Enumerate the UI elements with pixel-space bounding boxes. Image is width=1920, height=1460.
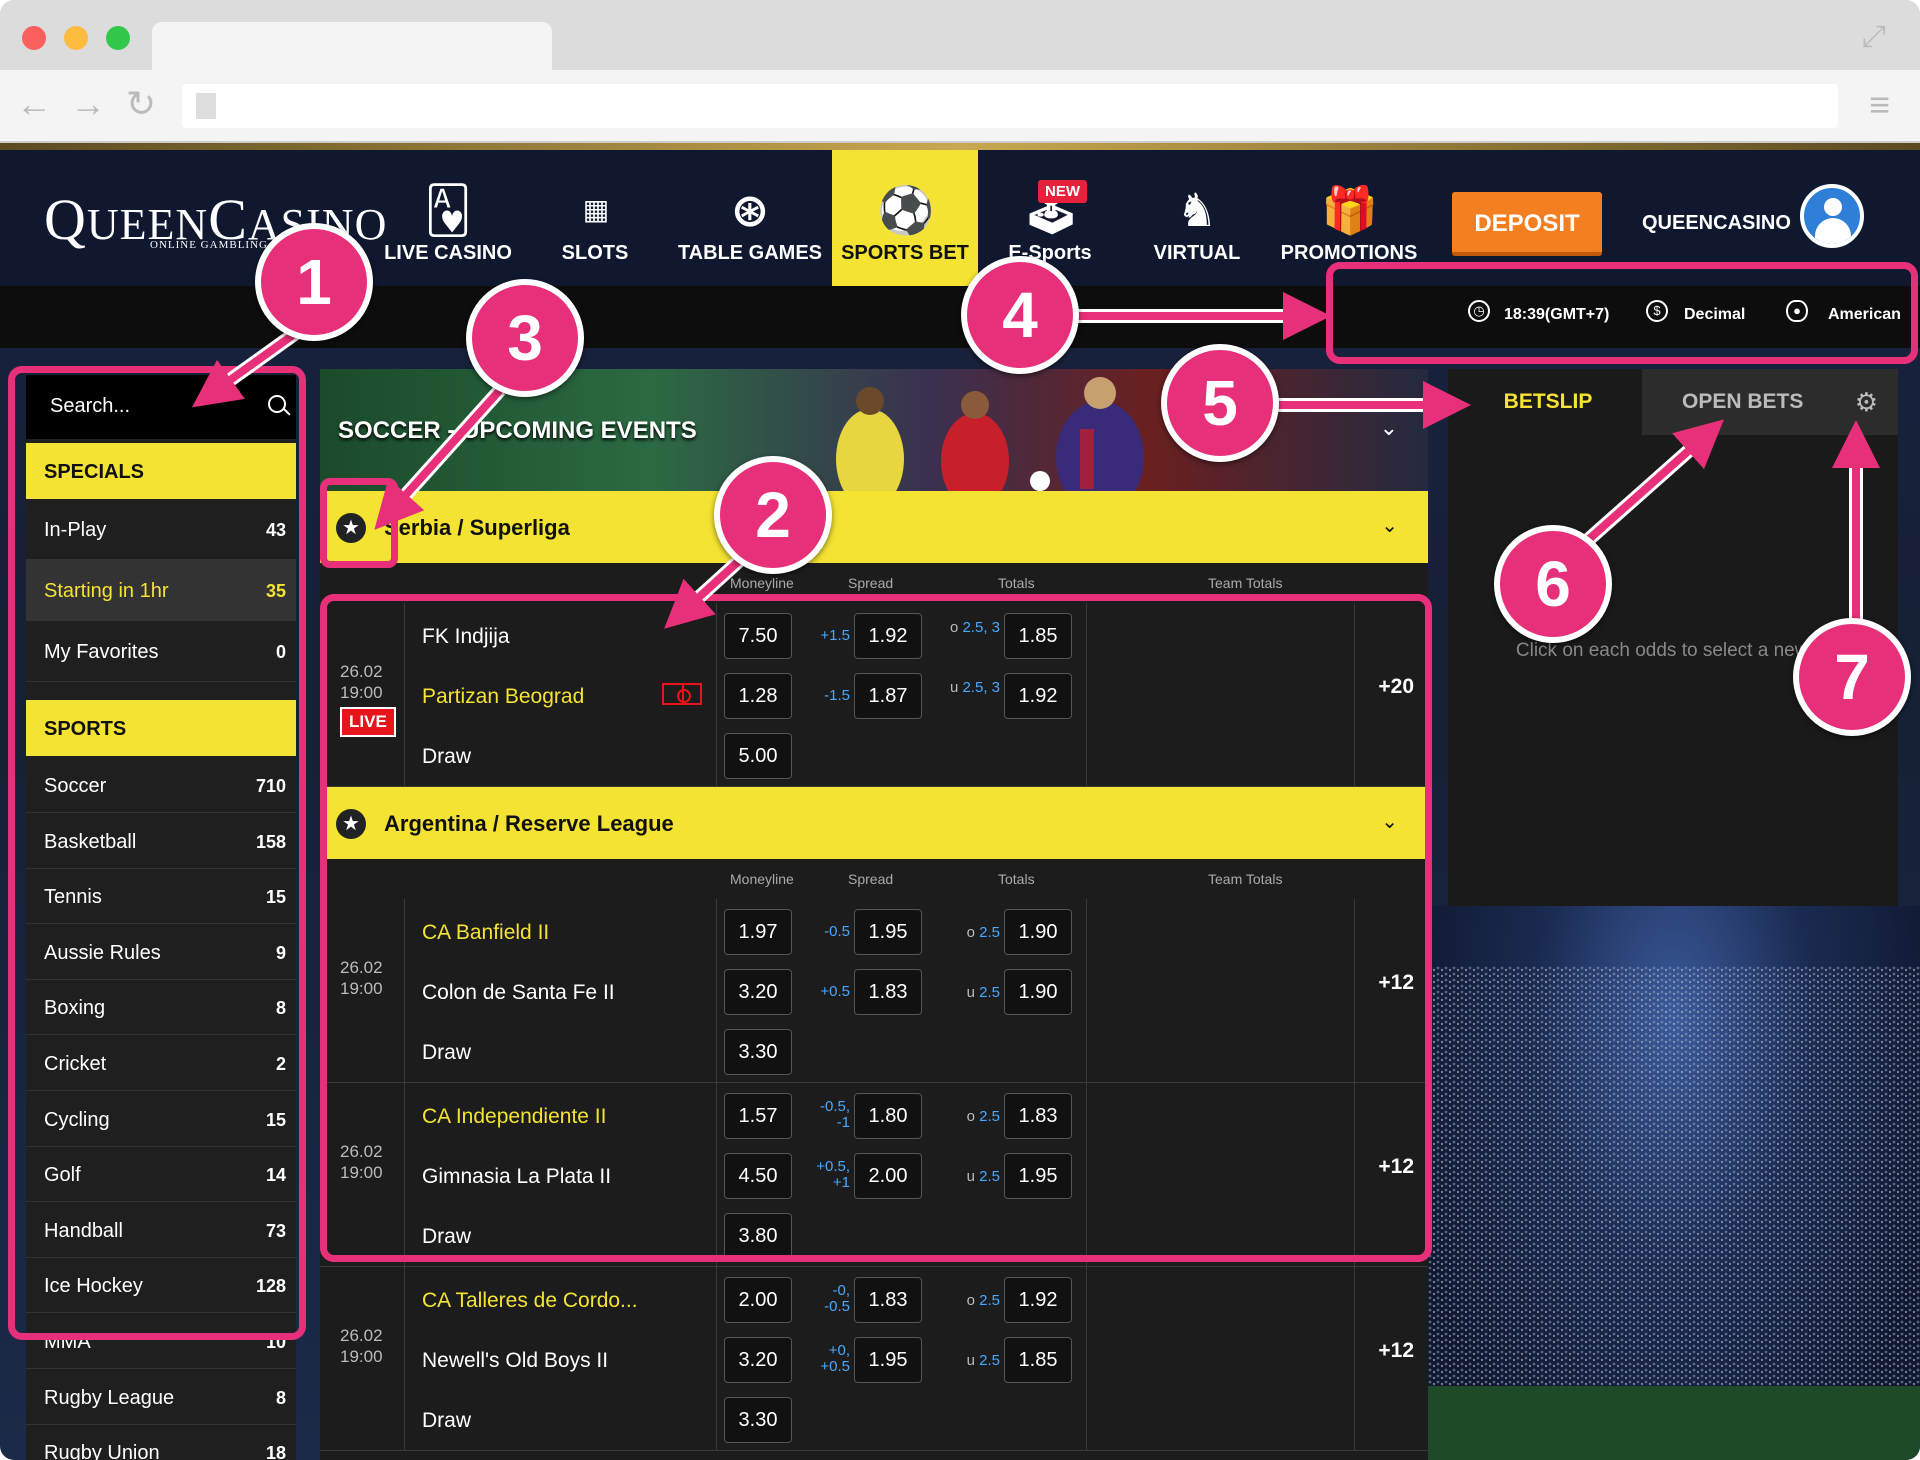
annotation-marker-5: 5	[1161, 344, 1279, 462]
col-spread: Spread	[848, 575, 894, 591]
nav-label: VIRTUAL	[1153, 242, 1241, 264]
odds-moneyline[interactable]: 2.00	[724, 1277, 792, 1323]
browser-window: ⤢ ← → ↻ ≡ QUEENCASINO ONLINE GAMBLING 🂱 …	[0, 0, 1920, 1460]
annotation-marker-1: 1	[255, 223, 373, 341]
annotation-marker-7: 7	[1793, 618, 1911, 736]
total-label: o 2.5	[946, 1292, 1000, 1309]
odds-moneyline[interactable]: 3.20	[724, 1337, 792, 1383]
odds-spread[interactable]: 1.83	[854, 1277, 922, 1323]
annotation-marker-6: 6	[1494, 525, 1612, 643]
tab-bar: ⤢	[0, 0, 1920, 72]
minimize-light[interactable]	[64, 26, 88, 50]
annotation-marker-2: 2	[714, 456, 832, 574]
crowd-illustration	[1428, 966, 1920, 1460]
roulette-icon: ⊛	[730, 184, 770, 236]
odds-total[interactable]: 1.92	[1004, 1277, 1072, 1323]
reload-icon[interactable]: ↻	[126, 84, 156, 124]
total-line: 2.5	[979, 1292, 1000, 1309]
sidebar-item-count: 18	[265, 1443, 286, 1460]
address-bar: ← → ↻ ≡	[0, 70, 1920, 142]
tab-betslip[interactable]: BETSLIP	[1448, 369, 1648, 435]
nav-label: SPORTS BET	[841, 242, 969, 264]
match-time: 19:00	[340, 1347, 383, 1366]
avatar-icon[interactable]	[1800, 184, 1864, 248]
team-name: Draw	[422, 1409, 472, 1432]
annotation-box-2	[320, 594, 1432, 1262]
match-datetime: 26.02 19:00	[340, 1325, 383, 1367]
handicap-label: -0, -0.5	[824, 1282, 850, 1315]
col-team-totals: Team Totals	[1208, 575, 1283, 591]
nav-table-games[interactable]: ⊛ TABLE GAMES	[670, 150, 830, 286]
horse-icon: ♞	[1176, 184, 1218, 236]
annotation-box-3	[320, 478, 398, 568]
odds-spread[interactable]: 1.95	[854, 1337, 922, 1383]
chevron-down-icon[interactable]: ⌄	[1381, 513, 1398, 538]
back-icon[interactable]: ←	[16, 84, 52, 124]
gold-trim	[0, 143, 1920, 150]
match-date: 26.02	[340, 1326, 383, 1345]
deposit-button[interactable]: DEPOSIT	[1452, 192, 1602, 256]
forward-icon[interactable]: →	[70, 84, 106, 124]
username[interactable]: QUEENCASINO	[1642, 212, 1791, 235]
nav-label: LIVE CASINO	[384, 242, 512, 264]
annotation-box-4	[1326, 262, 1918, 364]
over-under: u	[966, 1352, 975, 1369]
sidebar-item-rugby-union[interactable]: Rugby Union 18	[26, 1425, 296, 1460]
league-name: Serbia / Superliga	[384, 515, 570, 540]
hamburger-icon[interactable]: ≡	[1869, 84, 1890, 126]
nav-label: TABLE GAMES	[677, 242, 823, 264]
sidebar-item-label: Rugby Union	[44, 1442, 160, 1460]
total-line: 2.5	[979, 1352, 1000, 1369]
match-row: 26.02 19:00 CA Talleres de Cordo... 2.00 -0,…	[320, 1267, 1428, 1451]
nav-slots[interactable]: ▦ SLOTS	[540, 150, 650, 286]
sidebar-item-count: 8	[275, 1387, 286, 1408]
odds-total[interactable]: 1.85	[1004, 1337, 1072, 1383]
sidebar-item-label: Rugby League	[44, 1386, 175, 1409]
handicap-label: +0, +0.5	[820, 1342, 850, 1375]
col-moneyline: Moneyline	[730, 575, 794, 591]
league-header[interactable]: ★ Serbia / Superliga ⌄	[320, 491, 1428, 563]
annotation-marker-4: 4	[961, 256, 1079, 374]
team-name: CA Talleres de Cordo...	[422, 1289, 638, 1312]
url-field[interactable]	[182, 84, 1838, 128]
total-label: u 2.5	[946, 1352, 1000, 1369]
chevron-down-icon[interactable]: ⌄	[1380, 415, 1398, 441]
maximize-light[interactable]	[106, 26, 130, 50]
more-markets-link[interactable]: +12	[1378, 1339, 1414, 1363]
logo-subtitle: ONLINE GAMBLING	[150, 239, 268, 251]
team-name: Newell's Old Boys II	[422, 1349, 609, 1372]
col-totals: Totals	[998, 575, 1035, 591]
odds-moneyline[interactable]: 3.30	[724, 1397, 792, 1443]
gear-icon[interactable]: ⚙	[1855, 387, 1878, 418]
new-badge: NEW	[1038, 180, 1087, 203]
nav-sports-bet[interactable]: ⚽ SPORTS BET	[832, 150, 978, 286]
nav-virtual[interactable]: ♞ VIRTUAL	[1140, 150, 1254, 286]
annotation-marker-3: 3	[466, 279, 584, 397]
nav-live-casino[interactable]: 🂱 LIVE CASINO	[378, 150, 518, 286]
gift-icon: 🎁	[1321, 184, 1379, 236]
page-title: SOCCER - UPCOMING EVENTS	[338, 417, 697, 444]
sidebar-item-rugby-league[interactable]: Rugby League 8	[26, 1369, 296, 1425]
page-icon	[196, 93, 216, 119]
playing-card-icon: 🂱	[424, 184, 472, 236]
slot-machine-icon: ▦	[582, 194, 609, 225]
sports-balls-icon: ⚽	[877, 184, 935, 236]
nav-label: SLOTS	[561, 242, 629, 264]
annotation-box-1	[8, 366, 306, 1340]
close-light[interactable]	[22, 26, 46, 50]
expand-icon[interactable]: ⤢	[1862, 20, 1886, 54]
browser-tab[interactable]	[152, 22, 552, 72]
stadium-background	[1428, 906, 1920, 1460]
over-under: o	[966, 1292, 975, 1309]
